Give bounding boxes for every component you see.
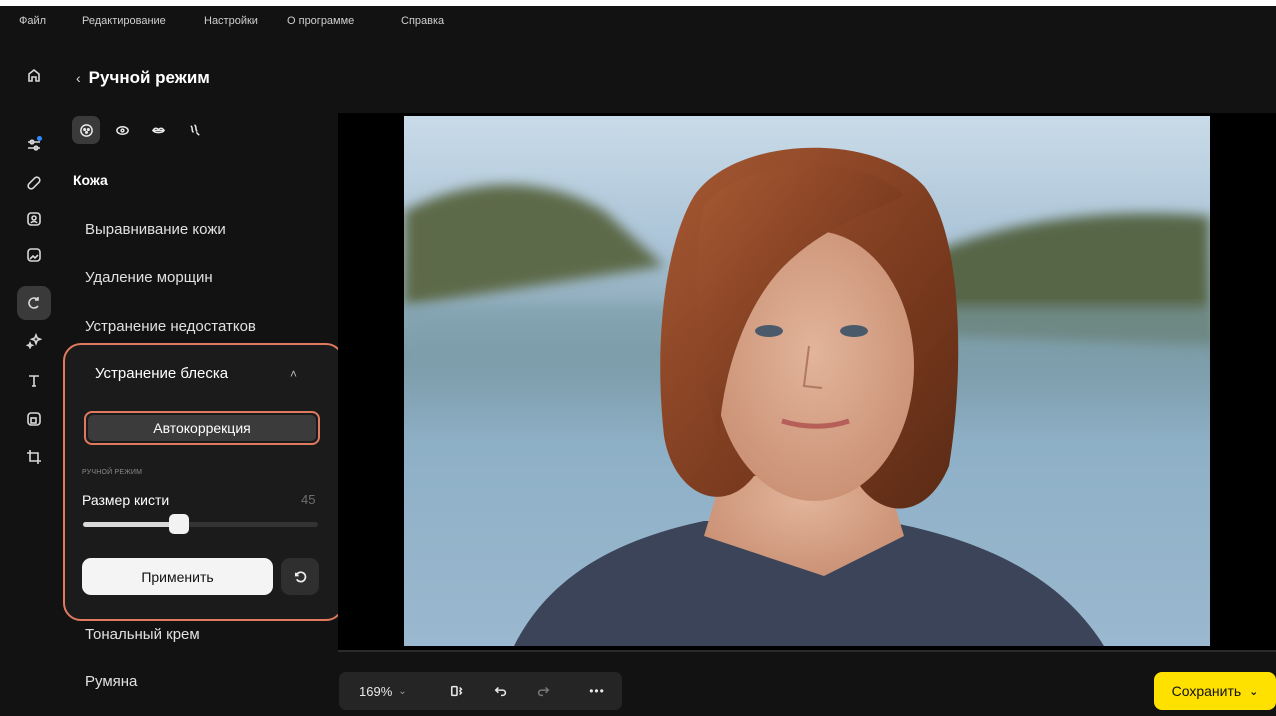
menu-skin-smoothing[interactable]: Выравнивание кожи [85, 221, 226, 238]
text-icon[interactable] [23, 370, 45, 392]
panel-title: Ручной режим [88, 68, 210, 87]
menu-settings[interactable]: Настройки [204, 15, 258, 27]
menu-blemish-removal[interactable]: Устранение недостатков [85, 318, 256, 335]
menu-help[interactable]: Справка [401, 15, 444, 27]
view-toolbar: 169% ⌄ ••• [339, 672, 622, 710]
glare-removal-group: Устранение блеска ˄ Автокоррекция РУЧНОЙ… [63, 343, 344, 621]
menu-foundation[interactable]: Тональный крем [85, 626, 200, 643]
retouch-icon[interactable] [17, 286, 51, 320]
chevron-down-icon: ⌄ [1249, 685, 1259, 698]
reset-icon [294, 571, 306, 583]
home-icon[interactable] [23, 64, 45, 86]
skin-icon [79, 123, 93, 137]
portrait-photo[interactable] [404, 116, 1210, 646]
menu-file[interactable]: Файл [19, 15, 46, 27]
menu-edit[interactable]: Редактирование [82, 15, 166, 27]
tab-lips[interactable] [144, 116, 172, 144]
menu-about[interactable]: О программе [287, 15, 354, 27]
save-label: Сохранить [1171, 683, 1242, 699]
tool-rail [0, 36, 62, 716]
zoom-select[interactable]: 169% ⌄ [359, 672, 407, 710]
image-replace-icon[interactable] [23, 244, 45, 266]
tab-hair[interactable] [180, 116, 208, 144]
section-title: Кожа [73, 172, 108, 188]
retouch-tabs [72, 116, 208, 144]
canvas-top-area [340, 36, 1276, 112]
reset-button[interactable] [281, 558, 319, 595]
tab-skin[interactable] [72, 116, 100, 144]
hair-icon [189, 123, 200, 136]
eye-icon [115, 125, 129, 135]
sparkle-icon[interactable] [23, 330, 45, 352]
manual-mode-caption: РУЧНОЙ РЕЖИМ [82, 469, 143, 476]
tab-eyes[interactable] [108, 116, 136, 144]
undo-icon[interactable] [489, 672, 513, 710]
bandage-icon[interactable] [23, 172, 45, 194]
menu-bar: Файл Редактирование Настройки О программ… [0, 6, 1276, 36]
brush-size-label: Размер кисти [82, 492, 170, 508]
slider-fill [83, 522, 180, 527]
retouch-panel: ‹ Ручной режим Кожа Выравнивание кожи Уд… [62, 36, 344, 716]
slider-handle[interactable] [169, 514, 190, 534]
image-viewer [338, 113, 1276, 650]
brush-size-value: 45 [301, 492, 316, 507]
more-options-icon[interactable]: ••• [584, 672, 610, 710]
redo-icon[interactable] [531, 672, 555, 710]
zoom-value: 169% [359, 683, 393, 699]
photo-editor-window: Файл Редактирование Настройки О программ… [0, 6, 1276, 716]
back-button[interactable]: ‹ Ручной режим [76, 68, 210, 88]
chevron-left-icon: ‹ [76, 70, 81, 86]
menu-wrinkle-removal[interactable]: Удаление морщин [85, 269, 213, 286]
notification-dot [37, 136, 42, 141]
brush-size-slider[interactable] [83, 514, 318, 534]
apply-button[interactable]: Применить [82, 558, 273, 595]
autocorrect-button[interactable]: Автокоррекция [88, 415, 316, 441]
portrait-icon[interactable] [23, 208, 45, 230]
compare-icon[interactable] [445, 672, 469, 710]
chevron-up-icon[interactable]: ˄ [290, 367, 297, 381]
glare-title[interactable]: Устранение блеска [95, 365, 228, 382]
menu-blush[interactable]: Румяна [85, 673, 137, 690]
save-button[interactable]: Сохранить ⌄ [1154, 672, 1276, 710]
frame-icon[interactable] [23, 408, 45, 430]
chevron-down-icon: ⌄ [398, 685, 407, 697]
adjustments-icon[interactable] [23, 134, 45, 156]
crop-icon[interactable] [23, 446, 45, 468]
viewer-bottom-divider [338, 650, 1276, 652]
lips-icon [151, 127, 165, 133]
autocorrect-button-outline: Автокоррекция [84, 411, 320, 445]
portrait-illustration [404, 147, 1210, 646]
